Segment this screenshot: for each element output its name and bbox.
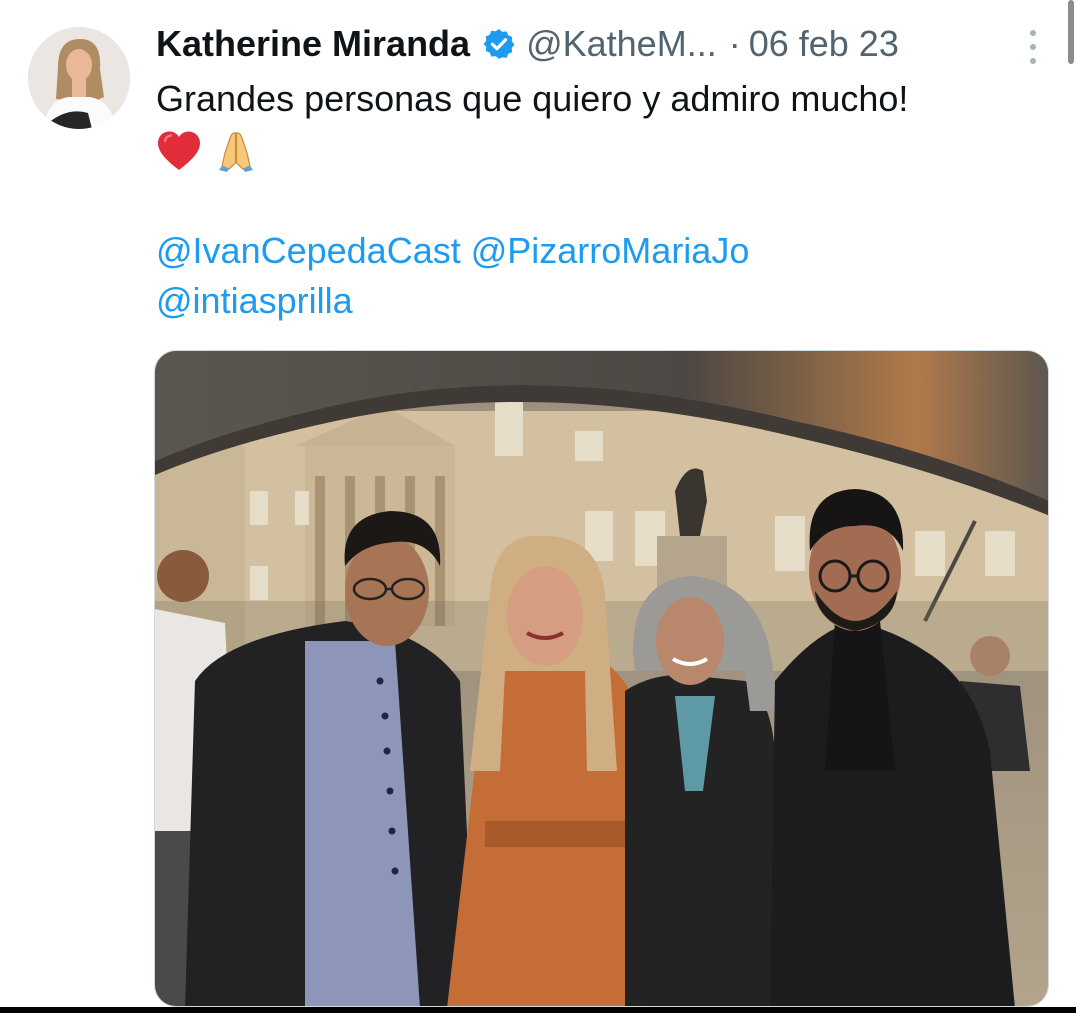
scrollbar[interactable] — [1068, 0, 1074, 64]
author-handle[interactable]: @KatheM... — [526, 23, 717, 65]
tweet-date[interactable]: 06 feb 23 — [749, 23, 899, 65]
mention-link[interactable]: @intiasprilla — [156, 280, 353, 321]
bottom-divider — [0, 1007, 1076, 1013]
avatar-image — [28, 27, 130, 129]
avatar[interactable] — [28, 27, 130, 129]
folded-hands-icon — [219, 132, 253, 172]
tweet-photo-image — [155, 351, 1048, 1006]
tweet-photo[interactable] — [154, 350, 1049, 1007]
verified-badge-icon — [483, 29, 515, 59]
heart-icon — [158, 131, 200, 170]
more-options-icon[interactable] — [1028, 30, 1038, 64]
emoji-row — [156, 126, 1056, 176]
tweet-text: Grandes personas que quiero y admiro muc… — [156, 78, 909, 119]
mention-link[interactable]: @PizarroMariaJo — [471, 230, 750, 271]
tweet-card[interactable]: Katherine Miranda @KatheM... · 06 feb 23… — [0, 0, 1076, 1013]
mentions: @IvanCepedaCast @PizarroMariaJo @intiasp… — [156, 226, 1056, 326]
separator-dot: · — [728, 23, 741, 64]
tweet-body: Grandes personas que quiero y admiro muc… — [156, 74, 1056, 326]
mention-link[interactable]: @IvanCepedaCast — [156, 230, 461, 271]
author-name[interactable]: Katherine Miranda — [156, 23, 470, 65]
tweet-header: Katherine Miranda @KatheM... · 06 feb 23 — [156, 22, 1046, 66]
